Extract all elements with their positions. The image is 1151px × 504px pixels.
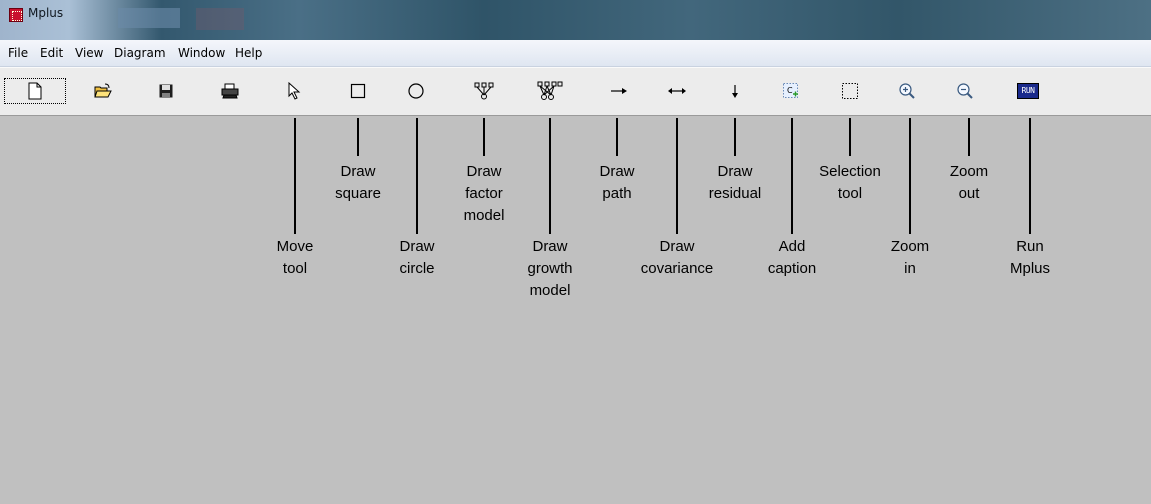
callout-label-zoom-in: Zoom in bbox=[890, 238, 930, 277]
callout-line-square bbox=[357, 118, 359, 156]
callout-line-move bbox=[294, 118, 296, 234]
cursor-arrow-icon bbox=[288, 82, 301, 100]
save-button[interactable] bbox=[147, 78, 185, 104]
draw-covariance-button[interactable] bbox=[658, 78, 696, 104]
draw-factor-model-button[interactable] bbox=[465, 78, 503, 104]
callout-label-growth-model: Draw growth model bbox=[527, 238, 573, 299]
callout-line-caption bbox=[791, 118, 793, 234]
callout-label-residual: Draw residual bbox=[708, 163, 762, 202]
move-tool-button[interactable] bbox=[275, 78, 313, 104]
add-caption-button[interactable]: C bbox=[772, 78, 810, 104]
callout-label-move: Move tool bbox=[276, 238, 314, 277]
titlebar-background bbox=[118, 8, 180, 28]
callout-line-run bbox=[1029, 118, 1031, 234]
save-disk-icon bbox=[159, 84, 173, 98]
draw-growth-model-button[interactable] bbox=[531, 78, 569, 104]
zoom-out-button[interactable] bbox=[946, 78, 984, 104]
new-button[interactable] bbox=[4, 78, 66, 104]
menu-help[interactable]: Help bbox=[235, 46, 262, 60]
factor-model-icon bbox=[474, 82, 494, 100]
draw-residual-button[interactable] bbox=[716, 78, 754, 104]
callout-line-selection bbox=[849, 118, 851, 156]
zoom-in-button[interactable] bbox=[888, 78, 926, 104]
square-icon bbox=[350, 83, 366, 99]
new-document-icon bbox=[28, 82, 42, 100]
callout-label-zoom-out: Zoom out bbox=[949, 163, 989, 202]
print-button[interactable] bbox=[211, 78, 249, 104]
open-button[interactable] bbox=[84, 78, 122, 104]
titlebar-background bbox=[196, 8, 244, 30]
draw-square-button[interactable] bbox=[339, 78, 377, 104]
selection-tool-button[interactable] bbox=[831, 78, 869, 104]
zoom-in-icon bbox=[899, 83, 915, 99]
callout-label-selection: Selection tool bbox=[819, 163, 881, 202]
growth-model-icon bbox=[537, 81, 563, 100]
callout-label-caption: Add caption bbox=[767, 238, 817, 277]
toolbar: C RUN bbox=[0, 67, 1151, 116]
callout-label-path: Draw path bbox=[599, 163, 635, 202]
open-folder-icon bbox=[94, 83, 112, 98]
caption-icon: C bbox=[783, 83, 798, 98]
run-mplus-button[interactable]: RUN bbox=[1009, 78, 1047, 104]
window-title: Mplus bbox=[28, 6, 64, 20]
callout-line-zoom-out bbox=[968, 118, 970, 156]
printer-icon bbox=[221, 83, 239, 99]
menu-diagram[interactable]: Diagram bbox=[114, 46, 166, 60]
callout-label-covariance: Draw covariance bbox=[640, 238, 714, 277]
run-icon: RUN bbox=[1017, 83, 1039, 99]
svg-text:C: C bbox=[787, 86, 793, 95]
draw-circle-button[interactable] bbox=[397, 78, 435, 104]
callout-label-factor-model: Draw factor model bbox=[463, 163, 505, 224]
selection-rect-icon bbox=[842, 83, 858, 99]
arrow-down-icon bbox=[732, 85, 738, 98]
callout-line-zoom-in bbox=[909, 118, 911, 234]
callout-line-path bbox=[616, 118, 618, 156]
callout-line-growth-model bbox=[549, 118, 551, 234]
menu-file[interactable]: File bbox=[8, 46, 28, 60]
menu-window[interactable]: Window bbox=[178, 46, 225, 60]
menu-view[interactable]: View bbox=[75, 46, 103, 60]
arrow-right-icon bbox=[611, 88, 627, 94]
title-bar[interactable]: Mplus bbox=[0, 0, 1151, 40]
menu-edit[interactable]: Edit bbox=[40, 46, 63, 60]
callout-label-circle: Draw circle bbox=[399, 238, 435, 277]
run-icon-text: RUN bbox=[1021, 86, 1035, 95]
callout-line-covariance bbox=[676, 118, 678, 234]
callout-line-factor-model bbox=[483, 118, 485, 156]
menu-bar: File Edit View Diagram Window Help bbox=[0, 40, 1151, 67]
callout-line-circle bbox=[416, 118, 418, 234]
draw-path-button[interactable] bbox=[600, 78, 638, 104]
double-arrow-icon bbox=[668, 88, 686, 94]
zoom-out-icon bbox=[957, 83, 973, 99]
callout-line-residual bbox=[734, 118, 736, 156]
mplus-app-icon bbox=[9, 8, 23, 22]
circle-icon bbox=[408, 83, 424, 99]
callout-label-run: Run Mplus bbox=[1009, 238, 1051, 277]
callout-label-square: Draw square bbox=[335, 163, 381, 202]
